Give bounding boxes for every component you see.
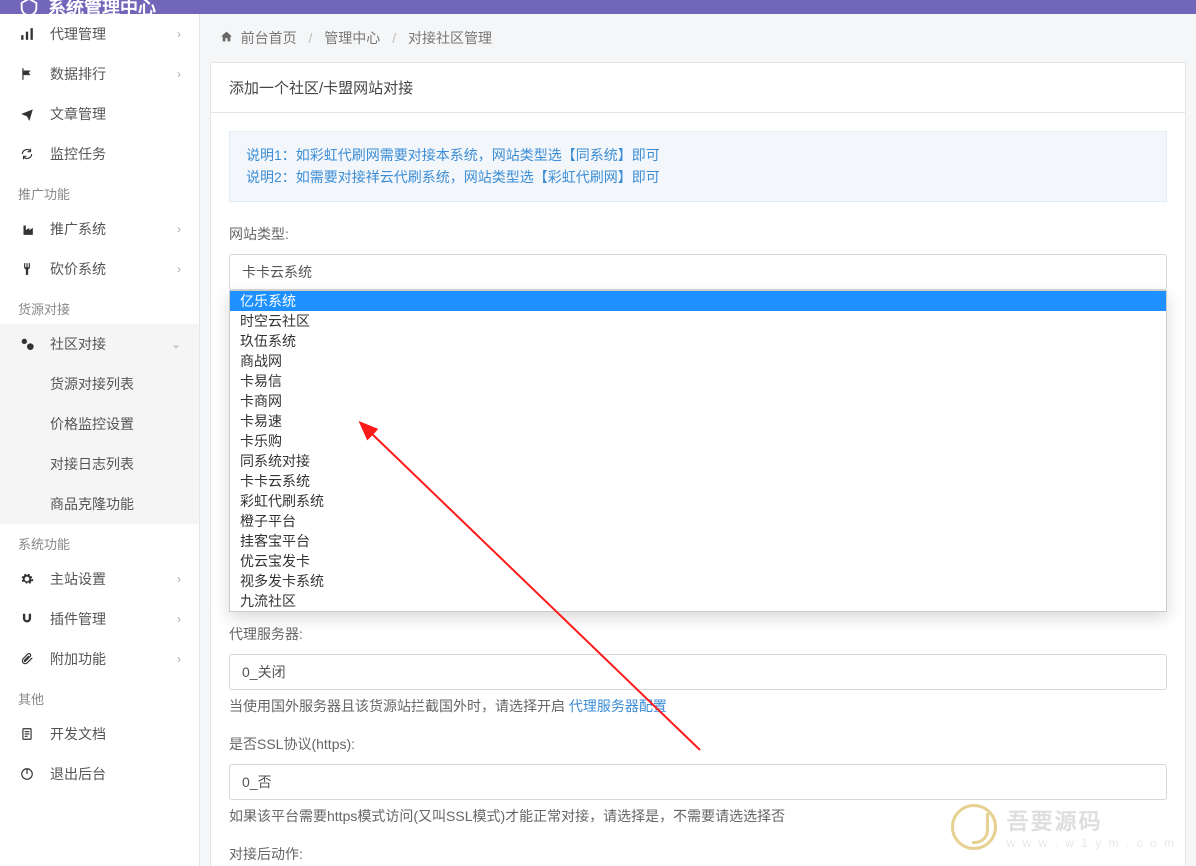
refresh-icon <box>18 145 36 163</box>
chevron-right-icon: › <box>177 262 181 276</box>
proxy-label: 代理服务器: <box>229 624 1167 644</box>
breadcrumb-center[interactable]: 管理中心 <box>324 30 380 46</box>
sidebar-item-community-dock[interactable]: 社区对接 ⌄ <box>0 324 199 364</box>
site-type-option-3[interactable]: 商战网 <box>230 351 1166 371</box>
gears-icon <box>18 335 36 353</box>
magnet-icon <box>18 610 36 628</box>
site-type-select-wrap: 亿乐系统时空云社区玖伍系统商战网卡易信卡商网卡易速卡乐购同系统对接卡卡云系统彩虹… <box>229 254 1167 290</box>
app-brand: 系统管理中心 <box>18 0 156 20</box>
site-type-option-0[interactable]: 亿乐系统 <box>230 291 1166 311</box>
site-type-option-6[interactable]: 卡易速 <box>230 411 1166 431</box>
site-type-option-12[interactable]: 挂客宝平台 <box>230 531 1166 551</box>
agent-icon <box>18 25 36 43</box>
proxy-help: 当使用国外服务器且该货源站拦截国外时，请选择开启 代理服务器配置 <box>229 696 1167 716</box>
sidebar-item-side-items-2[interactable]: 文章管理 <box>0 94 199 134</box>
chevron-down-icon: ⌄ <box>171 337 181 351</box>
sidebar-item-label: 代理管理 <box>50 24 177 44</box>
site-type-option-1[interactable]: 时空云社区 <box>230 311 1166 331</box>
gear-icon <box>18 570 36 588</box>
site-type-option-14[interactable]: 视多发卡系统 <box>230 571 1166 591</box>
sidebar-item-label: 开发文档 <box>50 724 181 744</box>
sidebar-item-label: 插件管理 <box>50 609 177 629</box>
site-type-option-9[interactable]: 卡卡云系统 <box>230 471 1166 491</box>
site-type-option-7[interactable]: 卡乐购 <box>230 431 1166 451</box>
sidebar-item-label: 社区对接 <box>50 334 171 354</box>
home-icon <box>220 31 237 46</box>
sidebar-item-label: 砍价系统 <box>50 259 177 279</box>
site-type-option-5[interactable]: 卡商网 <box>230 391 1166 411</box>
main-content: 前台首页 / 管理中心 / 对接社区管理 添加一个社区/卡盟网站对接 说明1：如… <box>200 0 1196 866</box>
site-type-option-10[interactable]: 彩虹代刷系统 <box>230 491 1166 511</box>
panel-title: 添加一个社区/卡盟网站对接 <box>211 63 1185 113</box>
sidebar-item-label: 附加功能 <box>50 649 177 669</box>
ssl-label: 是否SSL协议(https): <box>229 734 1167 754</box>
sidebar-group-sys: 系统功能 <box>0 524 199 559</box>
sidebar-item-side-items-1[interactable]: 数据排行› <box>0 54 199 94</box>
sidebar-item-label: 推广系统 <box>50 219 177 239</box>
site-type-option-2[interactable]: 玖伍系统 <box>230 331 1166 351</box>
sidebar-item-label: 主站设置 <box>50 569 177 589</box>
chevron-right-icon: › <box>177 652 181 666</box>
site-type-option-15[interactable]: 九流社区 <box>230 591 1166 611</box>
watermark: 吾要源码 w w w . w 1 y m . c o m <box>951 804 1176 850</box>
flag-icon <box>18 65 36 83</box>
sidebar-subitem-0[interactable]: 货源对接列表 <box>0 364 199 404</box>
sidebar-item-side-sys-1[interactable]: 插件管理› <box>0 599 199 639</box>
sidebar: 代理管理›数据排行›文章管理监控任务 推广功能 推广系统›砍价系统› 货源对接 … <box>0 0 200 866</box>
sidebar-item-label: 数据排行 <box>50 64 177 84</box>
sidebar-group-dock: 货源对接 <box>0 289 199 324</box>
sidebar-item-side-sys-0[interactable]: 主站设置› <box>0 559 199 599</box>
sidebar-item-side-other-1[interactable]: 退出后台 <box>0 754 199 794</box>
watermark-logo-icon <box>951 804 997 850</box>
breadcrumb-home[interactable]: 前台首页 <box>241 30 297 46</box>
factory-icon <box>18 220 36 238</box>
ssl-select[interactable] <box>229 764 1167 800</box>
sidebar-group-promo: 推广功能 <box>0 174 199 209</box>
site-type-option-4[interactable]: 卡易信 <box>230 371 1166 391</box>
chevron-right-icon: › <box>177 27 181 41</box>
site-type-select[interactable] <box>229 254 1167 290</box>
sidebar-subitem-2[interactable]: 对接日志列表 <box>0 444 199 484</box>
sidebar-subitem-1[interactable]: 价格监控设置 <box>0 404 199 444</box>
breadcrumb: 前台首页 / 管理中心 / 对接社区管理 <box>200 14 1196 62</box>
sidebar-item-side-promo-1[interactable]: 砍价系统› <box>0 249 199 289</box>
sidebar-item-side-promo-0[interactable]: 推广系统› <box>0 209 199 249</box>
chevron-right-icon: › <box>177 612 181 626</box>
site-type-option-13[interactable]: 优云宝发卡 <box>230 551 1166 571</box>
proxy-select[interactable] <box>229 654 1167 690</box>
sidebar-item-label: 文章管理 <box>50 104 181 124</box>
sidebar-subitem-3[interactable]: 商品克隆功能 <box>0 484 199 524</box>
sidebar-group-other: 其他 <box>0 679 199 714</box>
breadcrumb-current: 对接社区管理 <box>408 30 492 46</box>
chevron-right-icon: › <box>177 572 181 586</box>
proxy-config-link[interactable]: 代理服务器配置 <box>569 698 667 714</box>
sidebar-item-side-items-0[interactable]: 代理管理› <box>0 14 199 54</box>
brand-icon <box>18 0 40 18</box>
sidebar-item-label: 退出后台 <box>50 764 181 784</box>
plane-icon <box>18 105 36 123</box>
chevron-right-icon: › <box>177 222 181 236</box>
notes-box: 说明1：如彩虹代刷网需要对接本系统，网站类型选【同系统】即可 说明2：如需要对接… <box>229 131 1167 202</box>
fork-icon <box>18 260 36 278</box>
sidebar-item-side-items-3[interactable]: 监控任务 <box>0 134 199 174</box>
sidebar-item-label: 监控任务 <box>50 144 181 164</box>
sidebar-item-side-sys-2[interactable]: 附加功能› <box>0 639 199 679</box>
site-type-dropdown: 亿乐系统时空云社区玖伍系统商战网卡易信卡商网卡易速卡乐购同系统对接卡卡云系统彩虹… <box>229 290 1167 612</box>
form-panel: 添加一个社区/卡盟网站对接 说明1：如彩虹代刷网需要对接本系统，网站类型选【同系… <box>210 62 1186 866</box>
topbar: 系统管理中心 <box>0 0 1196 14</box>
chevron-right-icon: › <box>177 67 181 81</box>
sidebar-item-side-other-0[interactable]: 开发文档 <box>0 714 199 754</box>
attach-icon <box>18 650 36 668</box>
site-type-option-8[interactable]: 同系统对接 <box>230 451 1166 471</box>
doc-icon <box>18 725 36 743</box>
power-icon <box>18 765 36 783</box>
site-type-label: 网站类型: <box>229 224 1167 244</box>
site-type-option-11[interactable]: 橙子平台 <box>230 511 1166 531</box>
